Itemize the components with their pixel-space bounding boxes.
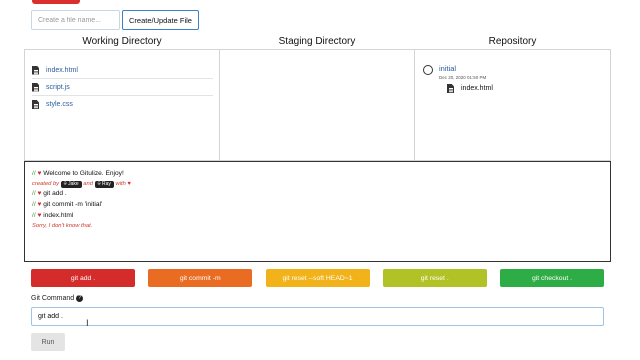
author-name: Ray	[102, 180, 111, 187]
text-cursor-icon: I	[86, 319, 89, 329]
working-file[interactable]: style.css	[32, 96, 213, 113]
git-checkout-button[interactable]: git checkout .	[500, 269, 604, 287]
question-circle-icon[interactable]: ?	[76, 295, 84, 302]
create-update-file-button[interactable]: Create/Update File	[122, 10, 199, 30]
heart-icon: ♥	[37, 211, 42, 219]
top-red-button[interactable]	[32, 0, 80, 4]
terminal-output: // ♥ Welcome to Gitulize. Enjoy! created…	[24, 161, 611, 262]
welcome-text: Welcome to Gitulize. Enjoy!	[43, 170, 124, 177]
file-name: style.css	[46, 101, 73, 108]
create-file-form: Create/Update File	[31, 10, 199, 30]
comment-prefix: //	[32, 170, 36, 177]
comment-prefix: //	[32, 211, 36, 219]
terminal-command: git commit -m 'initial'	[43, 200, 103, 208]
terminal-line: // ♥ Welcome to Gitulize. Enjoy!	[32, 169, 603, 180]
github-icon: ⌾	[97, 180, 101, 187]
terminal-line: // ♥ git commit -m 'initial'	[32, 200, 603, 211]
commit-file-name: index.html	[461, 85, 493, 92]
terminal-command: git add .	[43, 190, 67, 198]
commit-circle-icon	[423, 65, 433, 75]
commit-file[interactable]: index.html	[447, 84, 600, 93]
heart-icon: ♥	[37, 170, 42, 177]
git-command-input[interactable]	[31, 307, 604, 326]
staging-directory-title: Staging Directory	[278, 36, 356, 47]
terminal-command: index.html	[43, 211, 74, 219]
author-badge[interactable]: ⌾ Ray	[94, 180, 114, 188]
file-icon	[32, 82, 39, 92]
working-file[interactable]: index.html	[32, 62, 213, 79]
repository-panel: initial Dec 20, 2020 01:50 PM index.html	[415, 50, 610, 160]
file-name: index.html	[46, 66, 78, 74]
commit-name: initial	[439, 64, 457, 73]
comment-prefix: //	[32, 190, 36, 198]
file-name: script.js	[46, 83, 70, 91]
git-add-button[interactable]: git add .	[31, 269, 135, 287]
working-directory-panel: index.html script.js style.css	[25, 50, 220, 160]
working-directory-title: Working Directory	[82, 36, 162, 47]
git-commit-button[interactable]: git commit -m	[148, 269, 253, 287]
file-icon	[32, 100, 39, 109]
commit-date: Dec 20, 2020 01:50 PM	[439, 75, 487, 80]
staging-directory-panel	[220, 50, 415, 160]
comment-prefix: //	[32, 200, 36, 208]
git-panels: index.html script.js style.css initial D…	[24, 49, 611, 161]
with-text: with	[115, 180, 126, 187]
terminal-line: // ♥ index.html	[32, 211, 603, 222]
and-text: and	[83, 180, 93, 187]
terminal-line: // ♥ git add .	[32, 189, 603, 200]
repository-title: Repository	[488, 36, 537, 47]
git-reset-soft-button[interactable]: git reset --soft HEAD~1	[265, 269, 370, 287]
run-button[interactable]: Run	[31, 333, 65, 351]
author-badge[interactable]: ⌾ Jake	[60, 180, 82, 188]
git-reset-button[interactable]: git reset .	[382, 269, 487, 287]
commit-entry[interactable]: initial Dec 20, 2020 01:50 PM	[423, 64, 600, 80]
file-icon	[447, 84, 454, 93]
terminal-error: Sorry, I don't know that.	[32, 222, 93, 229]
heart-icon: ♥	[37, 200, 42, 208]
working-file[interactable]: script.js	[32, 79, 213, 96]
file-icon	[32, 65, 39, 75]
git-command-label: Git Command ?	[31, 295, 84, 302]
file-name-input[interactable]	[31, 10, 120, 30]
created-by-text: created by	[32, 180, 60, 187]
author-name: Jake	[68, 180, 79, 187]
heart-icon: ♥	[127, 180, 131, 187]
git-command-label-text: Git Command	[31, 295, 75, 302]
github-icon: ⌾	[63, 180, 67, 187]
credits-line: created by ⌾ Jake and ⌾ Ray with ♥	[32, 180, 603, 189]
command-buttons: git add . git commit -m git reset --soft…	[31, 269, 604, 287]
heart-icon: ♥	[37, 190, 42, 198]
